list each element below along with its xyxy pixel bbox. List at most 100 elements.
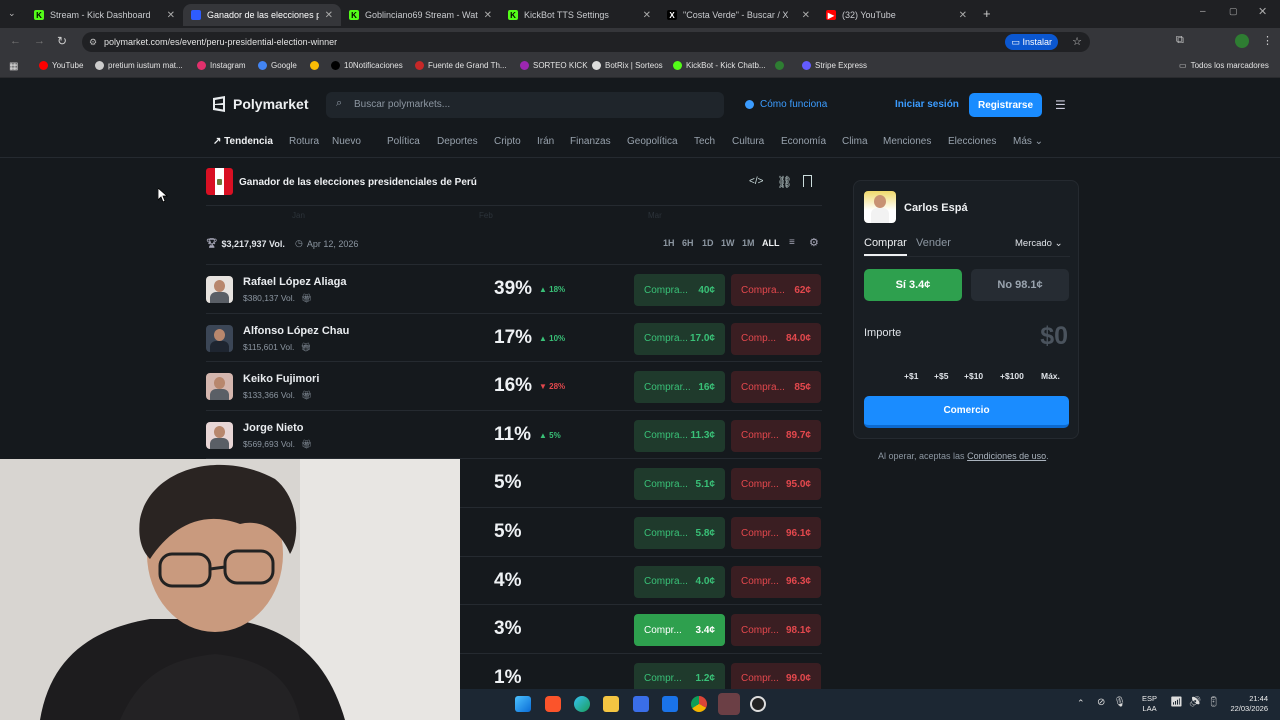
link-icon[interactable]: ⛓ — [777, 175, 792, 189]
hamburger-menu-icon[interactable]: ☰ — [1055, 98, 1066, 112]
search-input[interactable]: ⌕ Buscar polymarkets... — [326, 92, 724, 118]
buy-yes-button[interactable]: Compra... 40¢ — [634, 274, 725, 306]
timeframe-button[interactable]: 1D — [702, 238, 714, 248]
bookmark-item[interactable]: Stripe Express — [802, 61, 867, 70]
nav-item[interactable]: Cripto — [494, 136, 521, 147]
clock[interactable]: 21:44 22/03/2026 — [1224, 694, 1268, 714]
buy-yes-button[interactable]: Comprar... 16¢ — [634, 371, 725, 404]
timeframe-button[interactable]: 1W — [721, 238, 735, 248]
outcome-row[interactable]: Alfonso López Chau $115,601 Vol. 🎁︎ 17% ▲ 10… — [206, 312, 822, 361]
login-link[interactable]: Iniciar sesión — [895, 99, 959, 110]
outcome-row[interactable]: Jorge Nieto $569,693 Vol. 🎁︎ 11% ▲ 5% Compra.… — [206, 409, 822, 458]
bookmark-item[interactable]: Fuente de Grand Th... — [415, 61, 507, 70]
menu-icon[interactable]: ⋮ — [1262, 34, 1273, 47]
file-explorer-icon[interactable] — [603, 696, 619, 712]
buy-no-button[interactable]: Compr... 95.0¢ — [731, 468, 821, 501]
tab-close-icon[interactable]: ✕ — [802, 10, 810, 21]
nav-item[interactable]: Nuevo — [332, 136, 361, 147]
nav-item[interactable]: Más ⌄ — [1013, 136, 1043, 147]
buy-no-button[interactable]: Compra... 62¢ — [731, 274, 821, 306]
bookmark-item[interactable] — [775, 61, 788, 70]
candidate-name[interactable]: Jorge Nieto — [243, 422, 304, 434]
embed-icon[interactable]: </> — [749, 176, 763, 187]
tab-close-icon[interactable]: ✕ — [325, 10, 333, 21]
language-indicator[interactable]: ESP LAA — [1142, 694, 1157, 714]
buy-yes-button[interactable]: Compra... 17.0¢ — [634, 322, 725, 355]
bookmark-star-icon[interactable]: ☆ — [1072, 32, 1082, 52]
settings-gear-icon[interactable]: ⚙ — [809, 236, 819, 249]
timeframe-button[interactable]: 1M — [742, 238, 755, 248]
bookmark-item[interactable]: pretium iustum mat... — [95, 61, 183, 70]
reload-icon[interactable]: ↻ — [57, 34, 67, 48]
nav-item[interactable]: Geopolítica — [627, 136, 678, 147]
buy-yes-button[interactable]: Compra... 4.0¢ — [634, 565, 725, 598]
tray-chevron-icon[interactable]: ⌃ — [1077, 698, 1085, 709]
nav-item[interactable]: Política — [387, 136, 420, 147]
network-sound-battery-icons[interactable]: 📶︎🔊︎🔋︎ — [1170, 697, 1226, 708]
nav-item[interactable]: Rotura — [289, 136, 319, 147]
nav-item[interactable]: Finanzas — [570, 136, 611, 147]
buy-yes-button[interactable]: Compr... 3.4¢ — [634, 614, 725, 647]
trade-submit-button[interactable]: Comercio — [864, 396, 1069, 428]
install-button[interactable]: ▭ Instalar — [1005, 34, 1058, 50]
tab-sell[interactable]: Vender — [916, 237, 951, 249]
quick-amount-button[interactable]: Máx. — [1041, 371, 1060, 381]
tab-close-icon[interactable]: ✕ — [959, 10, 967, 21]
bookmark-item[interactable]: 10Notificaciones — [331, 61, 403, 70]
apps-grid-icon[interactable]: ▦ — [9, 61, 18, 72]
outcome-row[interactable]: Rafael López Aliaga $380,137 Vol. 🎁︎ 39% ▲ 1… — [206, 264, 822, 312]
amount-input[interactable]: $0 — [1040, 322, 1068, 351]
browser-tab[interactable]: K KickBot TTS Settings ✕ — [500, 4, 659, 26]
nav-item[interactable]: Clima — [842, 136, 868, 147]
buy-no-button[interactable]: Compr... 96.1¢ — [731, 517, 821, 549]
tab-close-icon[interactable]: ✕ — [643, 10, 651, 21]
new-tab-icon[interactable]: + — [983, 6, 991, 21]
nav-item[interactable]: Irán — [537, 136, 554, 147]
buy-no-button[interactable]: Compra... 85¢ — [731, 371, 821, 404]
chrome-icon[interactable] — [691, 696, 707, 712]
candidate-name[interactable]: Alfonso López Chau — [243, 325, 349, 337]
store-icon[interactable] — [633, 696, 649, 712]
timeframe-button[interactable]: 1H — [663, 238, 675, 248]
buy-no-button[interactable]: Compr... 96.3¢ — [731, 565, 821, 598]
bookmark-item[interactable]: YouTube — [39, 61, 83, 70]
bookmark-item[interactable]: SORTEO KICK — [520, 61, 588, 70]
browser-tab[interactable]: X "Costa Verde" - Buscar / X ✕ — [659, 4, 818, 26]
extensions-icon[interactable]: ⧉ — [1176, 34, 1184, 47]
buy-yes-button[interactable]: Compra... 11.3¢ — [634, 419, 725, 452]
order-type-dropdown[interactable]: Mercado ⌄ — [1015, 238, 1063, 249]
tab-buy[interactable]: Comprar — [864, 237, 907, 256]
buy-yes-button[interactable]: Compra... 5.8¢ — [634, 517, 725, 549]
buy-no-button[interactable]: Comp... 84.0¢ — [731, 322, 821, 355]
browser-tab[interactable]: ▶ (32) YouTube ✕ — [818, 4, 975, 26]
nav-item[interactable]: Elecciones — [948, 136, 996, 147]
buy-no-button[interactable]: Compr... 89.7¢ — [731, 419, 821, 452]
nav-item[interactable]: Cultura — [732, 136, 764, 147]
candidate-name[interactable]: Rafael López Aliaga — [243, 276, 347, 288]
all-bookmarks[interactable]: ▭ Todos los marcadores — [1179, 61, 1269, 70]
profile-avatar[interactable] — [1235, 34, 1249, 48]
quick-amount-button[interactable]: +$5 — [934, 371, 948, 381]
obs-icon[interactable] — [750, 696, 766, 712]
bookmark-item[interactable]: KickBot - Kick Chatb... — [673, 61, 766, 70]
minimize-icon[interactable]: – — [1200, 6, 1206, 17]
how-it-works-link[interactable]: Cómo funciona — [745, 99, 827, 110]
bookmark-item[interactable] — [310, 61, 323, 70]
bookmark-item[interactable]: Google — [258, 61, 297, 70]
active-app-icon[interactable] — [718, 693, 740, 715]
tab-search-chevron-icon[interactable]: ⌄ — [8, 8, 16, 19]
nav-trending[interactable]: ↗ Tendencia — [213, 136, 273, 147]
bookmark-item[interactable]: Instagram — [197, 61, 246, 70]
buy-yes-button[interactable]: Compra... 5.1¢ — [634, 468, 725, 501]
buy-no-button[interactable]: Compr... 98.1¢ — [731, 614, 821, 647]
brave-icon[interactable] — [545, 696, 561, 712]
outlook-icon[interactable] — [662, 696, 678, 712]
browser-tab[interactable]: Ganador de las elecciones presidenciales… — [183, 4, 341, 26]
polymarket-logo[interactable]: Polymarket — [212, 96, 308, 112]
timeframe-button[interactable]: ALL — [762, 238, 780, 248]
nav-item[interactable]: Deportes — [437, 136, 478, 147]
url-field[interactable]: ⚙ polymarket.com/es/event/peru-president… — [82, 32, 1090, 52]
timeframe-button[interactable]: 6H — [682, 238, 694, 248]
quick-amount-button[interactable]: +$1 — [904, 371, 918, 381]
terms-link[interactable]: Condiciones de uso — [967, 451, 1046, 461]
